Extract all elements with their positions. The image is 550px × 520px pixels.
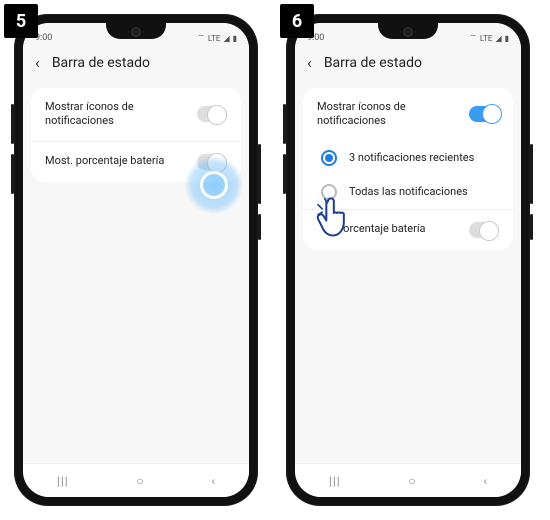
- option-label: 3 notificaciones recientes: [349, 151, 474, 164]
- nav-bar: ||| ○ ‹: [295, 463, 521, 497]
- nav-recent-button[interactable]: |||: [329, 474, 341, 488]
- settings-card: Mostrar íconos de notificaciones Most. p…: [31, 88, 241, 182]
- lte-label: LTE: [208, 34, 221, 43]
- screen-5: 9:00 ⌔ LTE ◢ ▮ ‹ Barra de estado Mostrar…: [23, 23, 249, 497]
- row-show-notification-icons[interactable]: Mostrar íconos de notificaciones: [303, 88, 513, 141]
- option-label: Todas las notificaciones: [349, 185, 468, 198]
- step-badge-5: 5: [4, 4, 38, 38]
- row-label: Most. porcentaje batería: [45, 154, 164, 168]
- row-show-notification-icons[interactable]: Mostrar íconos de notificaciones: [31, 88, 241, 141]
- wifi-icon: ⌔: [197, 33, 205, 43]
- notch: [378, 23, 438, 39]
- toggle-battery-percentage[interactable]: [197, 154, 227, 170]
- battery-icon: ▮: [233, 34, 237, 43]
- row-battery-percentage[interactable]: Most. porcentaje batería: [31, 141, 241, 182]
- nav-back-button[interactable]: ‹: [212, 474, 216, 488]
- signal-icon: ◢: [223, 34, 229, 43]
- page-header: ‹ Barra de estado: [295, 45, 521, 80]
- row-battery-percentage[interactable]: porcentaje batería: [303, 209, 513, 250]
- page-header: ‹ Barra de estado: [23, 45, 249, 80]
- page-title: Barra de estado: [52, 55, 150, 71]
- option-all-notifications[interactable]: Todas las notificaciones: [303, 175, 513, 209]
- signal-icon: ◢: [495, 34, 501, 43]
- row-label: Mostrar íconos de notificaciones: [45, 100, 185, 129]
- nav-home-button[interactable]: ○: [408, 474, 415, 488]
- option-3-recent[interactable]: 3 notificaciones recientes: [303, 141, 513, 175]
- battery-icon: ▮: [505, 34, 509, 43]
- back-button[interactable]: ‹: [35, 53, 40, 72]
- wifi-icon: ⌔: [469, 33, 477, 43]
- phone-pair: 9:00 ⌔ LTE ◢ ▮ ‹ Barra de estado Mostrar…: [0, 0, 550, 520]
- nav-home-button[interactable]: ○: [136, 474, 143, 488]
- radio-all[interactable]: [321, 184, 337, 200]
- notch: [106, 23, 166, 39]
- nav-recent-button[interactable]: |||: [57, 474, 69, 488]
- radio-3-recent[interactable]: [321, 150, 337, 166]
- back-button[interactable]: ‹: [307, 53, 312, 72]
- step-badge-6: 6: [280, 4, 314, 38]
- phone-frame-6: 9:00 ⌔ LTE ◢ ▮ ‹ Barra de estado Mostrar…: [286, 14, 530, 506]
- nav-back-button[interactable]: ‹: [484, 474, 488, 488]
- toggle-battery-percentage[interactable]: [469, 222, 499, 238]
- page-title: Barra de estado: [324, 55, 422, 71]
- lte-label: LTE: [480, 34, 493, 43]
- settings-card: Mostrar íconos de notificaciones 3 notif…: [303, 88, 513, 250]
- toggle-show-notification-icons[interactable]: [197, 106, 227, 122]
- screen-6: 9:00 ⌔ LTE ◢ ▮ ‹ Barra de estado Mostrar…: [295, 23, 521, 497]
- nav-bar: ||| ○ ‹: [23, 463, 249, 497]
- phone-frame-5: 9:00 ⌔ LTE ◢ ▮ ‹ Barra de estado Mostrar…: [14, 14, 258, 506]
- row-label: Mostrar íconos de notificaciones: [317, 100, 457, 129]
- row-label: porcentaje batería: [337, 222, 426, 236]
- toggle-show-notification-icons[interactable]: [469, 106, 499, 122]
